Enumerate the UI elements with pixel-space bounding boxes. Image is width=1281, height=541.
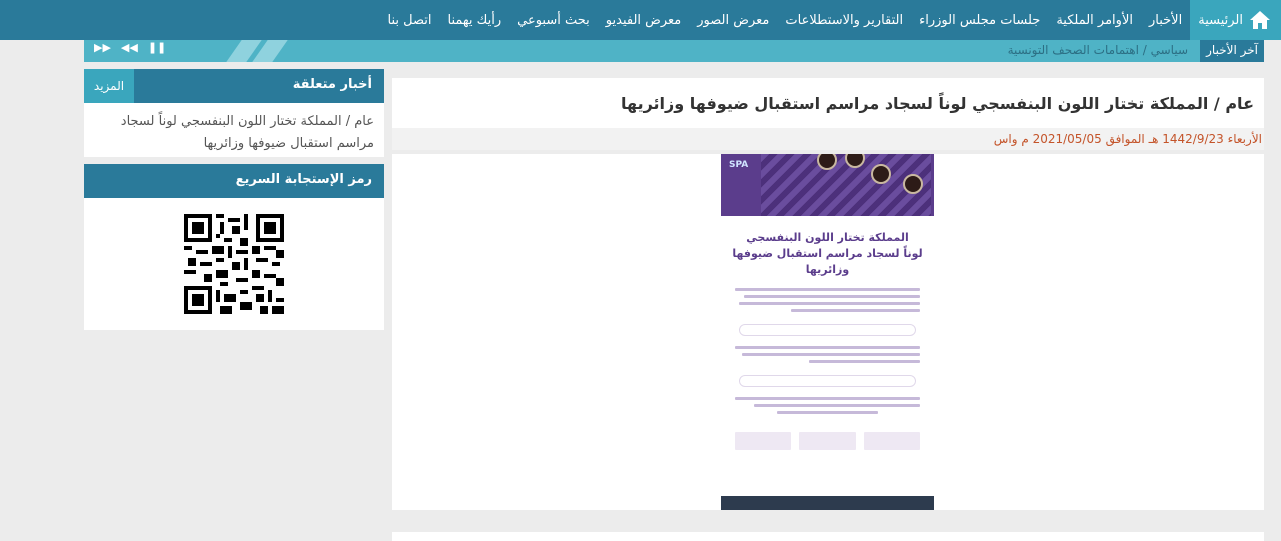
article: عام / المملكة تختار اللون البنفسجي لوناً… bbox=[392, 78, 1264, 510]
next-icon[interactable]: ▶▶ bbox=[94, 41, 111, 54]
qr-code-header: رمز الإستجابة السريع bbox=[84, 164, 384, 198]
spa-logo: SPA bbox=[729, 160, 749, 170]
poster-header: SPA bbox=[721, 154, 934, 216]
article-body: SPA المملكة تختار اللون البنفسجي لوناً ل… bbox=[392, 154, 1264, 510]
nav-item-royal-orders[interactable]: الأوامر الملكية bbox=[1048, 0, 1141, 40]
ticker-label: آخر الأخبار bbox=[1200, 40, 1264, 62]
more-button[interactable]: المزيد bbox=[84, 69, 134, 103]
poster-text-block bbox=[721, 336, 934, 363]
main-navigation: الرئيسية الأخبار الأوامر الملكية جلسات م… bbox=[0, 0, 1281, 40]
qr-code-panel: رمز الإستجابة السريع bbox=[84, 164, 384, 330]
nav-item-feedback[interactable]: رأيك يهمنا bbox=[440, 0, 510, 40]
coffee-cup-icon bbox=[871, 164, 891, 184]
nav-item-cabinet-sessions[interactable]: جلسات مجلس الوزراء bbox=[911, 0, 1048, 40]
coffee-cup-icon bbox=[903, 174, 923, 194]
related-news-title: أخبار متعلقة bbox=[292, 77, 372, 92]
related-news-panel: أخبار متعلقة المزيد عام / المملكة تختار … bbox=[84, 69, 384, 157]
qr-code-title: رمز الإستجابة السريع bbox=[235, 172, 372, 187]
poster-heading-line: المملكة تختار اللون البنفسجي bbox=[746, 231, 909, 244]
poster-heading-line: لوناً لسجاد مراسم استقبال ضيوفها وزائريه… bbox=[732, 247, 923, 276]
nav-item-photo-gallery[interactable]: معرض الصور bbox=[689, 0, 777, 40]
ticker-headline[interactable]: سياسي / اهتمامات الصحف التونسية bbox=[1008, 43, 1188, 57]
nav-label-home: الرئيسية bbox=[1198, 12, 1243, 28]
poster-footer bbox=[721, 496, 934, 510]
poster-heading: المملكة تختار اللون البنفسجي لوناً لسجاد… bbox=[721, 230, 934, 278]
nav-item-weekly-search[interactable]: بحث أسبوعي bbox=[509, 0, 598, 40]
qr-code-icon bbox=[184, 214, 284, 314]
nav-item-reports[interactable]: التقارير والاستطلاعات bbox=[777, 0, 911, 40]
poster-text-block bbox=[721, 387, 934, 414]
ticker-controls: ❚❚ ◀◀ ▶▶ bbox=[94, 41, 166, 54]
nav-item-home[interactable]: الرئيسية bbox=[1190, 0, 1281, 40]
article-image[interactable]: SPA المملكة تختار اللون البنفسجي لوناً ل… bbox=[721, 154, 934, 510]
poster-section-box bbox=[739, 375, 916, 387]
next-section bbox=[392, 532, 1264, 541]
pause-icon[interactable]: ❚❚ bbox=[148, 41, 166, 54]
poster-text-block bbox=[721, 278, 934, 312]
nav-item-contact[interactable]: اتصل بنا bbox=[380, 0, 440, 40]
related-news-header: أخبار متعلقة المزيد bbox=[84, 69, 384, 103]
poster-text-block bbox=[721, 418, 934, 454]
related-news-item[interactable]: عام / المملكة تختار اللون البنفسجي لوناً… bbox=[84, 103, 384, 163]
nav-list: الرئيسية الأخبار الأوامر الملكية جلسات م… bbox=[380, 0, 1281, 40]
nav-item-video-gallery[interactable]: معرض الفيديو bbox=[598, 0, 690, 40]
article-meta: الأربعاء 1442/9/23 هـ الموافق 2021/05/05… bbox=[392, 128, 1264, 150]
poster-section-box bbox=[739, 324, 916, 336]
article-title: عام / المملكة تختار اللون البنفسجي لوناً… bbox=[392, 78, 1264, 128]
previous-icon[interactable]: ◀◀ bbox=[121, 41, 138, 54]
news-ticker: آخر الأخبار سياسي / اهتمامات الصحف التون… bbox=[84, 40, 1264, 62]
nav-item-news[interactable]: الأخبار bbox=[1141, 0, 1190, 40]
home-icon bbox=[1250, 11, 1270, 29]
